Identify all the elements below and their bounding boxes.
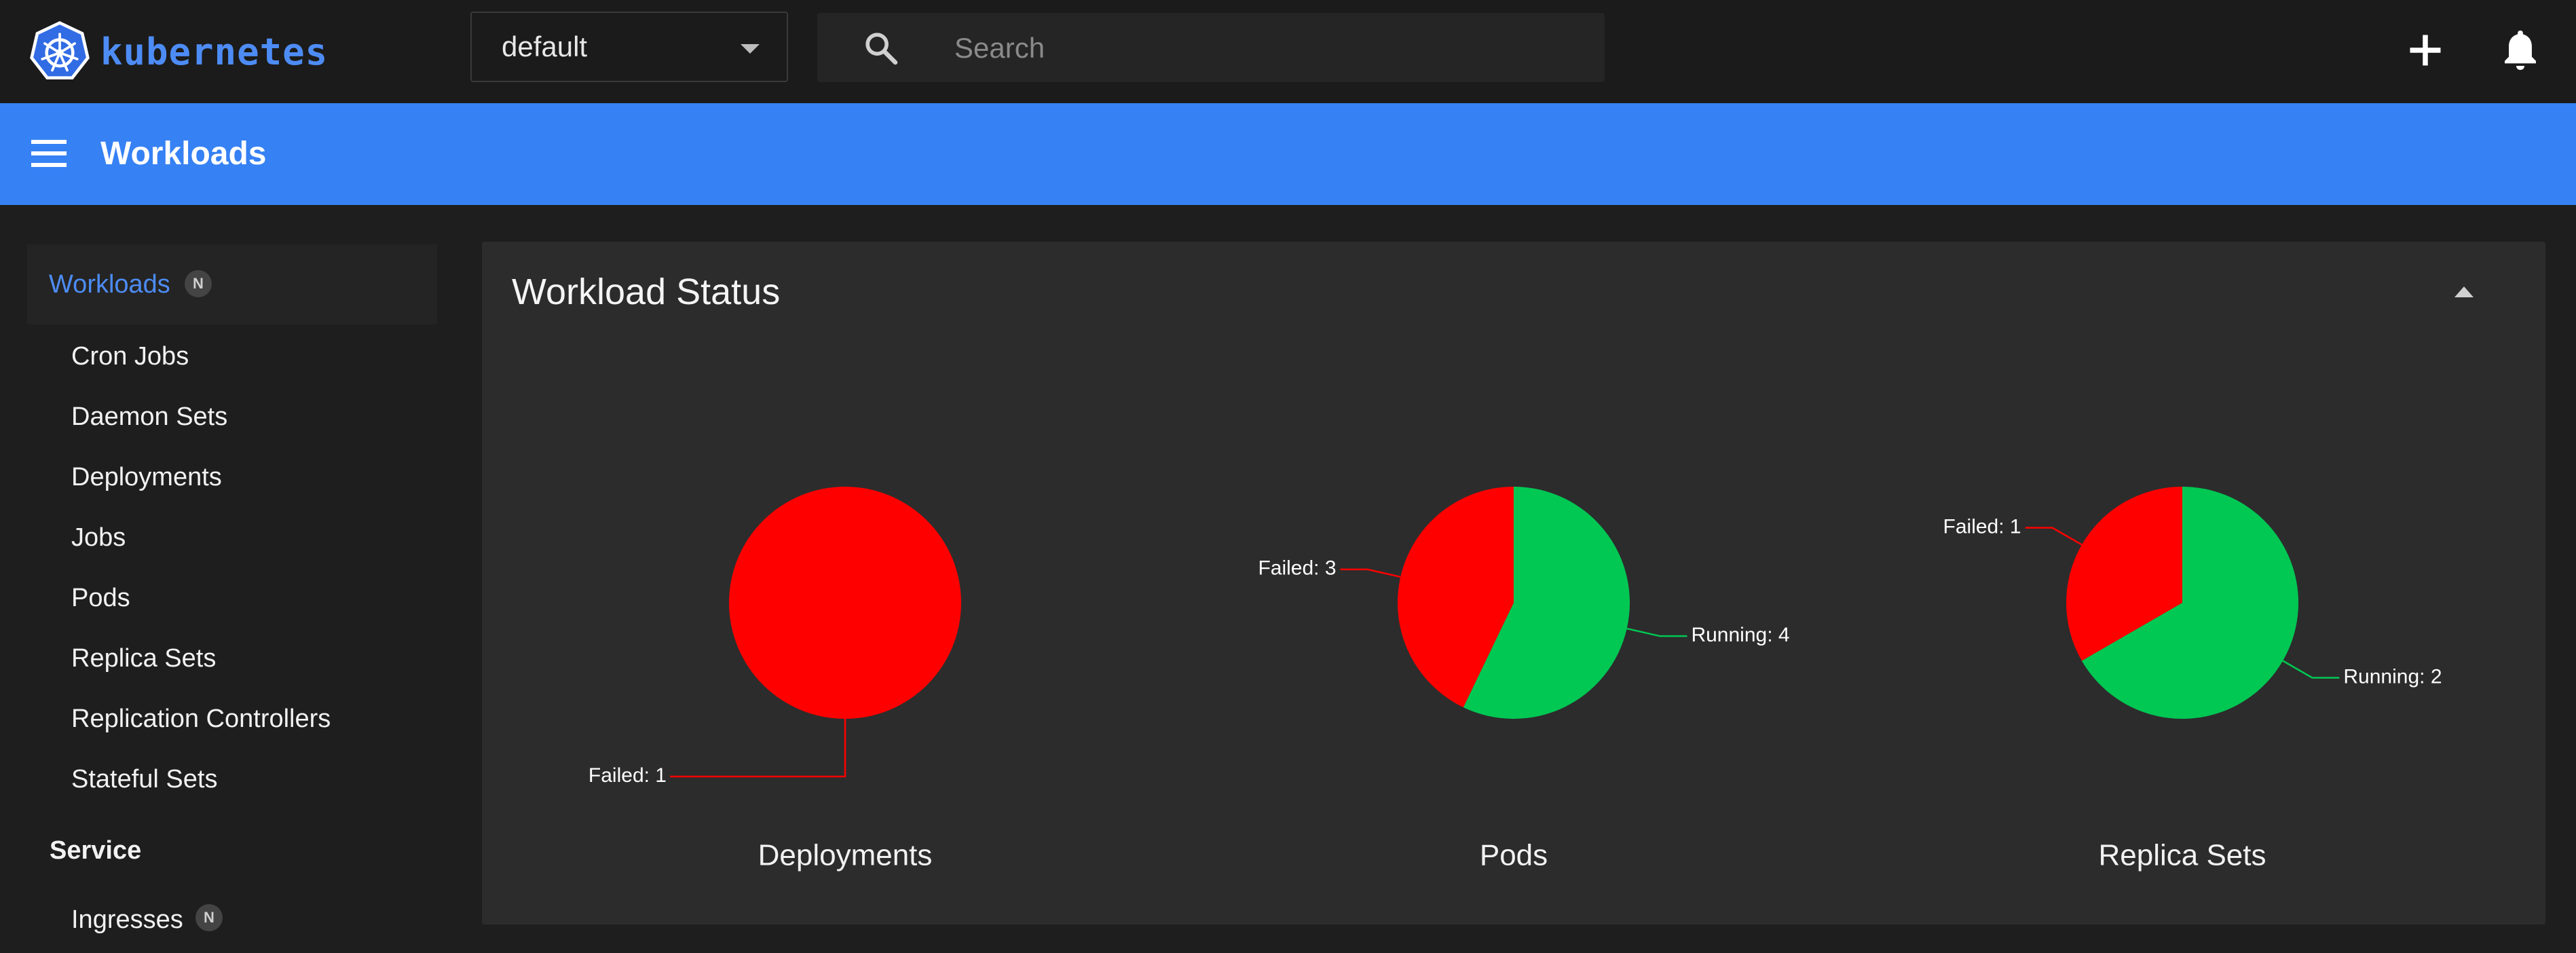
chart-title-replica-sets: Replica Sets — [2098, 839, 2266, 872]
sidebar-item-cron-jobs[interactable]: Cron Jobs — [71, 341, 189, 372]
notifications-bell-icon[interactable] — [2501, 27, 2540, 73]
menu-icon[interactable] — [31, 138, 67, 168]
namespace-selector[interactable]: default — [470, 12, 788, 82]
sidebar-item-daemon-sets[interactable]: Daemon Sets — [71, 401, 227, 432]
namespaced-badge: N — [185, 270, 212, 297]
sidebar-item-deployments[interactable]: Deployments — [71, 462, 222, 493]
slice-label-failed: Failed: 3 — [1258, 557, 1336, 580]
leader-line-failed — [2025, 527, 2083, 546]
search-input[interactable] — [953, 25, 1567, 71]
sidebar: Workloads N Cron Jobs Daemon Sets Deploy… — [0, 205, 462, 953]
top-bar: kubernetes default — [0, 0, 2576, 103]
leader-line-failed — [670, 719, 846, 778]
leader-line-failed — [1340, 568, 1401, 578]
sidebar-item-workloads[interactable]: Workloads N — [27, 244, 437, 324]
sidebar-item-replica-sets[interactable]: Replica Sets — [71, 643, 216, 674]
search-bar — [817, 13, 1605, 82]
leader-line-running — [2282, 660, 2340, 679]
brand-logo[interactable]: kubernetes — [29, 18, 328, 86]
pie-slice-failed — [729, 487, 961, 719]
kubernetes-helm-icon — [30, 21, 90, 79]
search-icon[interactable] — [862, 29, 900, 67]
page-title: Workloads — [100, 136, 267, 172]
sidebar-item-ingresses[interactable]: Ingresses — [71, 904, 183, 935]
add-resource-icon[interactable] — [2405, 30, 2446, 71]
slice-label-failed: Failed: 1 — [1943, 515, 2021, 538]
sidebar-item-jobs[interactable]: Jobs — [71, 522, 126, 553]
slice-label-running: Running: 2 — [2343, 665, 2442, 688]
brand-name: kubernetes — [100, 30, 329, 73]
workload-status-card: Workload Status Failed: 1 Deployments Runn… — [482, 242, 2545, 924]
chart-title-pods: Pods — [1480, 839, 1548, 872]
slice-label-running: Running: 4 — [1691, 624, 1789, 646]
sidebar-item-label: Workloads — [49, 270, 170, 299]
chart-title-deployments: Deployments — [758, 839, 933, 872]
leader-line-running — [1626, 627, 1687, 637]
slice-label-failed: Failed: 1 — [589, 764, 667, 787]
app-bar: Workloads — [0, 103, 2576, 205]
sidebar-item-stateful-sets[interactable]: Stateful Sets — [71, 764, 217, 795]
workload-status-charts: Failed: 1 Deployments Running: 4 Failed: 3 P… — [589, 487, 2442, 872]
dropdown-arrow-icon — [741, 44, 760, 54]
sidebar-section-service[interactable]: Service — [50, 835, 141, 866]
sidebar-item-pods[interactable]: Pods — [71, 582, 130, 614]
namespace-value: default — [502, 31, 588, 62]
namespaced-badge: N — [195, 904, 223, 931]
sidebar-item-replication-controllers[interactable]: Replication Controllers — [71, 703, 331, 734]
